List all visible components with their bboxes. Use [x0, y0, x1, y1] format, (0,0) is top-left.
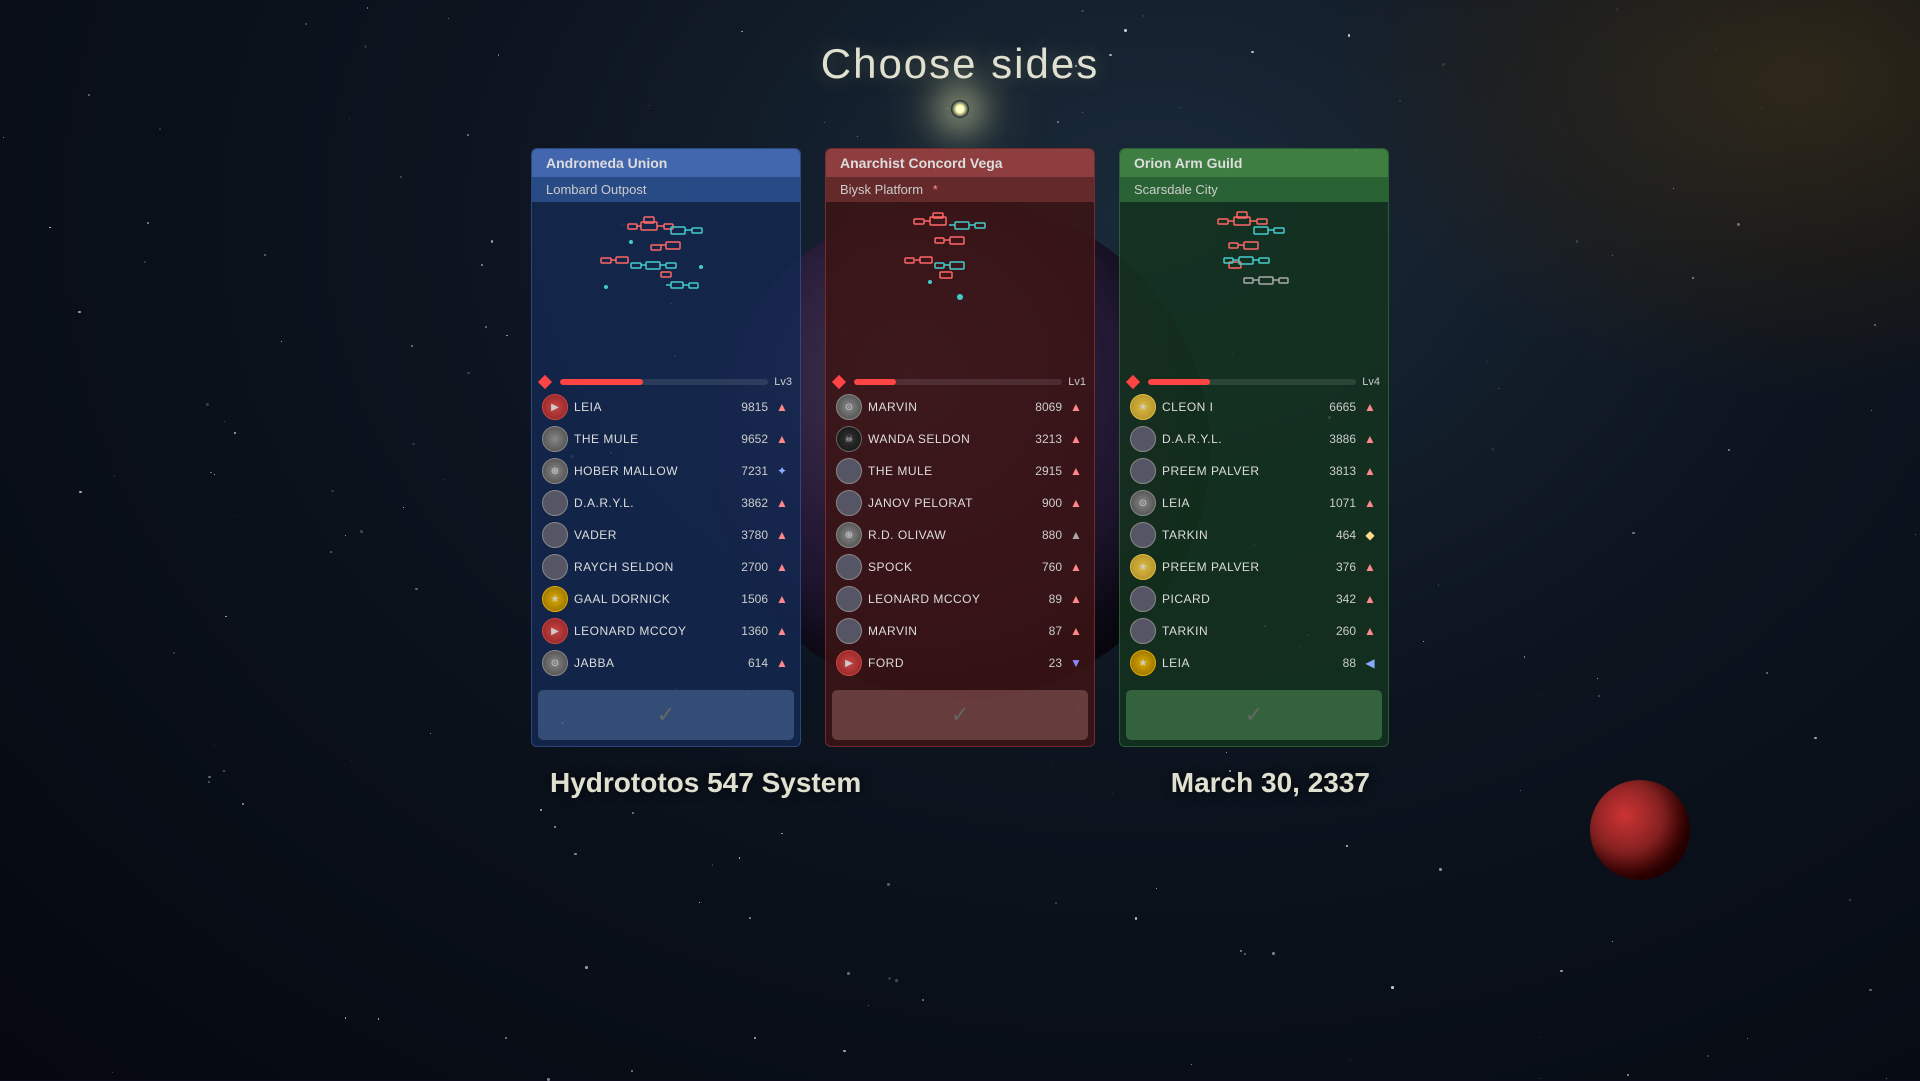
- player-row[interactable]: JANOV PELORAT 900 ▲: [832, 488, 1088, 518]
- map-orion: [1120, 202, 1388, 372]
- location-anarchist: Biysk Platform *: [826, 177, 1094, 202]
- player-row[interactable]: ★ PREEM PALVER 376 ▲: [1126, 552, 1382, 582]
- avatar: ⊕: [542, 458, 568, 484]
- select-button-anarchist[interactable]: ✓: [832, 690, 1088, 740]
- player-row[interactable]: ⊙ JABBA 614 ▲: [538, 648, 794, 678]
- avatar: ⊙: [836, 394, 862, 420]
- select-button-orion[interactable]: ✓: [1126, 690, 1382, 740]
- avatar: [836, 618, 862, 644]
- avatar: ★: [1130, 554, 1156, 580]
- player-row[interactable]: TARKIN 260 ▲: [1126, 616, 1382, 646]
- player-row[interactable]: PREEM PALVER 3813 ▲: [1126, 456, 1382, 486]
- page-title: Choose sides: [821, 40, 1099, 88]
- diamond-icon: [1126, 375, 1140, 389]
- avatar: [1130, 522, 1156, 548]
- diamond-icon: [538, 375, 552, 389]
- faction-tab-orion: Orion Arm Guild: [1120, 149, 1388, 177]
- avatar: [836, 458, 862, 484]
- avatar: [1130, 426, 1156, 452]
- level-badge: Lv3: [774, 376, 792, 388]
- avatar: ★: [1130, 394, 1156, 420]
- diamond-icon: [832, 375, 846, 389]
- health-bar-track: [560, 379, 768, 385]
- faction-tab-anarchist: Anarchist Concord Vega: [826, 149, 1094, 177]
- map-anarchist: [826, 202, 1094, 372]
- player-row[interactable]: ⊙ LEIA 1071 ▲: [1126, 488, 1382, 518]
- bottom-labels-row: Hydrototos 547 System March 30, 2337: [530, 767, 1390, 799]
- ship-formation-anarchist: [850, 207, 1070, 367]
- map-andromeda: [532, 202, 800, 372]
- health-bar-track: [1148, 379, 1356, 385]
- select-button-andromeda[interactable]: ✓: [538, 690, 794, 740]
- player-row[interactable]: ⊕ HOBER MALLOW 7231 ✦: [538, 456, 794, 486]
- date-label: March 30, 2337: [1171, 767, 1370, 799]
- faction-card-anarchist[interactable]: Anarchist Concord Vega Biysk Platform *: [825, 148, 1095, 747]
- avatar: [1130, 618, 1156, 644]
- player-row[interactable]: ⊙ MARVIN 8069 ▲: [832, 392, 1088, 422]
- system-label: Hydrototos 547 System: [550, 767, 861, 799]
- avatar: ▶: [542, 618, 568, 644]
- avatar: ▶: [836, 650, 862, 676]
- avatar: ★: [542, 586, 568, 612]
- health-bar-track: [854, 379, 1062, 385]
- player-row[interactable]: SPOCK 760 ▲: [832, 552, 1088, 582]
- avatar: ⊕: [836, 522, 862, 548]
- avatar: ⊙: [542, 650, 568, 676]
- checkmark-icon: ✓: [951, 702, 969, 728]
- player-row[interactable]: TARKIN 464 ◆: [1126, 520, 1382, 550]
- location-andromeda: Lombard Outpost: [532, 177, 800, 202]
- avatar: [542, 490, 568, 516]
- health-bar-fill: [854, 379, 896, 385]
- checkmark-icon: ✓: [657, 702, 675, 728]
- health-bar-fill: [560, 379, 643, 385]
- avatar: [836, 586, 862, 612]
- player-row[interactable]: PICARD 342 ▲: [1126, 584, 1382, 614]
- avatar: ☠: [836, 426, 862, 452]
- player-row[interactable]: ☠ WANDA SELDON 3213 ▲: [832, 424, 1088, 454]
- player-row[interactable]: RAYCH SELDON 2700 ▲: [538, 552, 794, 582]
- player-row[interactable]: D.A.R.Y.L. 3862 ▲: [538, 488, 794, 518]
- player-row[interactable]: MARVIN 87 ▲: [832, 616, 1088, 646]
- faction-card-orion[interactable]: Orion Arm Guild Scarsdale City: [1119, 148, 1389, 747]
- avatar: [836, 554, 862, 580]
- player-row[interactable]: ▶ FORD 23 ▼: [832, 648, 1088, 678]
- ship-formation-orion: [1144, 207, 1364, 367]
- avatar: [1130, 586, 1156, 612]
- avatar: [542, 522, 568, 548]
- page-container: Choose sides Andromeda Union Lombard Out…: [0, 0, 1920, 1080]
- avatar: [542, 426, 568, 452]
- player-row[interactable]: ★ GAAL DORNICK 1506 ▲: [538, 584, 794, 614]
- player-row[interactable]: VADER 3780 ▲: [538, 520, 794, 550]
- level-badge: Lv4: [1362, 376, 1380, 388]
- player-row[interactable]: ⊕ R.D. OLIVAW 880 ▲: [832, 520, 1088, 550]
- faction-card-andromeda[interactable]: Andromeda Union Lombard Outpost: [531, 148, 801, 747]
- player-row[interactable]: THE MULE 2915 ▲: [832, 456, 1088, 486]
- player-list-orion: ★ CLEON I 6665 ▲ D.A.R.Y.L. 3886 ▲ PREEM…: [1120, 392, 1388, 684]
- ship-formation-andromeda: [556, 207, 776, 367]
- level-badge: Lv1: [1068, 376, 1086, 388]
- player-list-andromeda: ▶ LEIA 9815 ▲ THE MULE 9652 ▲ ⊕ HOBER MA…: [532, 392, 800, 684]
- player-list-anarchist: ⊙ MARVIN 8069 ▲ ☠ WANDA SELDON 3213 ▲ TH…: [826, 392, 1094, 684]
- player-row[interactable]: D.A.R.Y.L. 3886 ▲: [1126, 424, 1382, 454]
- avatar: [542, 554, 568, 580]
- bar-row-orion: Lv4: [1120, 372, 1388, 392]
- bar-row-anarchist: Lv1: [826, 372, 1094, 392]
- player-row[interactable]: ★ LEIA 88 ◀: [1126, 648, 1382, 678]
- checkmark-icon: ✓: [1245, 702, 1263, 728]
- player-row[interactable]: ★ CLEON I 6665 ▲: [1126, 392, 1382, 422]
- player-row[interactable]: ▶ LEONARD MCCOY 1360 ▲: [538, 616, 794, 646]
- player-row[interactable]: LEONARD MCCOY 89 ▲: [832, 584, 1088, 614]
- health-bar-fill: [1148, 379, 1210, 385]
- player-row[interactable]: ▶ LEIA 9815 ▲: [538, 392, 794, 422]
- location-orion: Scarsdale City: [1120, 177, 1388, 202]
- faction-cards-row: Andromeda Union Lombard Outpost: [531, 148, 1389, 747]
- avatar: ⊙: [1130, 490, 1156, 516]
- avatar: ★: [1130, 650, 1156, 676]
- player-row[interactable]: THE MULE 9652 ▲: [538, 424, 794, 454]
- avatar: [1130, 458, 1156, 484]
- avatar: ▶: [542, 394, 568, 420]
- bar-row-andromeda: Lv3: [532, 372, 800, 392]
- faction-tab-andromeda: Andromeda Union: [532, 149, 800, 177]
- avatar: [836, 490, 862, 516]
